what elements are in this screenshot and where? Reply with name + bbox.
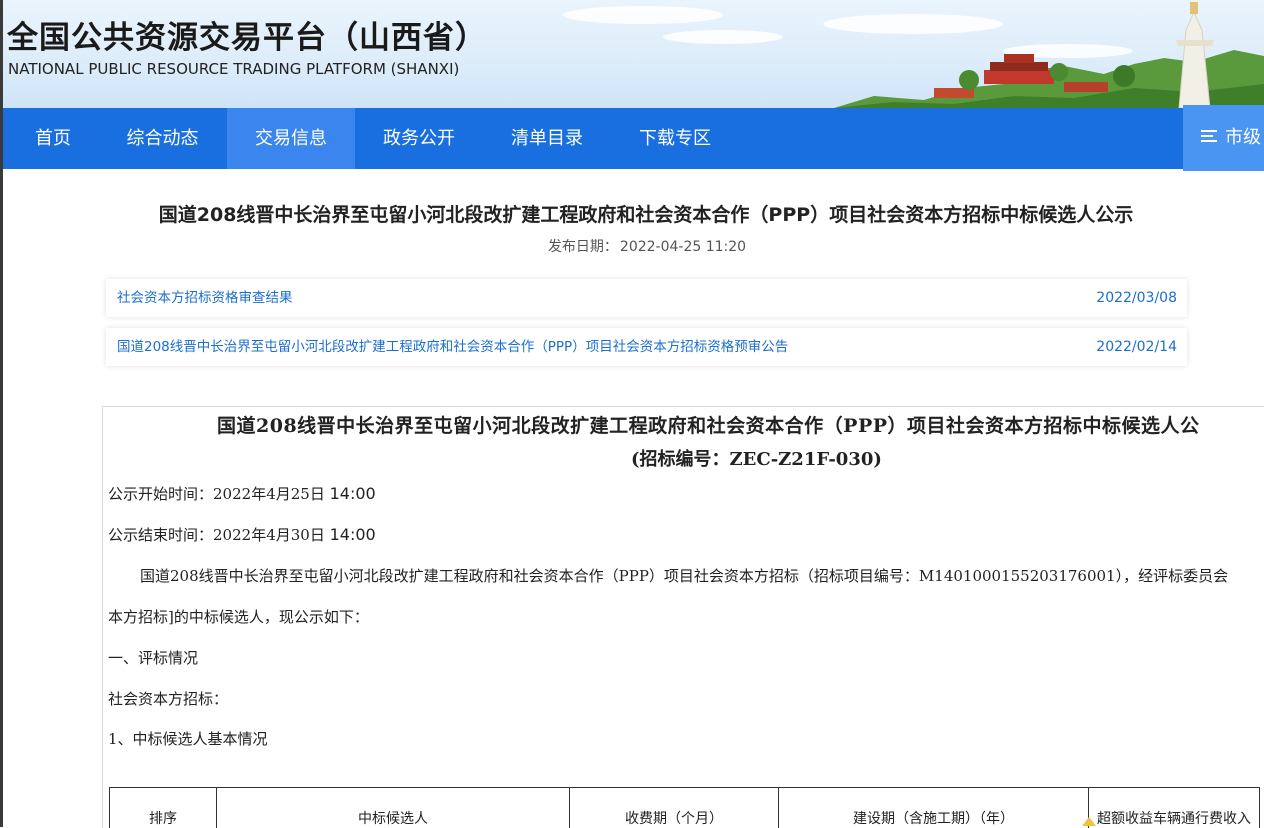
related-notice-row: 国道208线晋中长治界至屯留小河北段改扩建工程政府和社会资本合作（PPP）项目社… <box>106 328 1187 366</box>
site-header: 全国公共资源交易平台（山西省） NATIONAL PUBLIC RESOURCE… <box>3 0 1264 108</box>
intro-paragraph-line1: 国道208线晋中长治界至屯留小河北段改扩建工程政府和社会资本合作（PPP）项目社… <box>140 565 1228 586</box>
nav-item-government-affairs[interactable]: 政务公开 <box>355 108 483 169</box>
document-bid-number: (招标编号：ZEC-Z21F-030) <box>631 445 882 471</box>
site-title: 全国公共资源交易平台（山西省） <box>7 12 487 57</box>
nav-item-home[interactable]: 首页 <box>3 108 103 169</box>
publish-date-label: 发布日期： <box>548 239 618 255</box>
section-subheading: 社会资本方招标： <box>108 688 228 709</box>
article-title: 国道208线晋中长治界至屯留小河北段改扩建工程政府和社会资本合作（PPP）项目社… <box>0 200 1264 227</box>
table-header-cell: 收费期（个月） <box>570 788 779 828</box>
related-notice-date: 2022/02/14 <box>1096 328 1177 366</box>
city-level-menu-button[interactable]: 市级 <box>1183 105 1264 171</box>
nav-item-catalog[interactable]: 清单目录 <box>483 108 611 169</box>
scroll-hint-icon <box>1080 814 1098 827</box>
nav-item-news[interactable]: 综合动态 <box>103 108 222 169</box>
publicity-start-time: 公示开始时间：2022年4月25日 14:00 <box>108 483 376 504</box>
section-heading: 一、评标情况 <box>108 647 198 668</box>
related-notice-link[interactable]: 社会资本方招标资格审查结果 <box>117 279 293 317</box>
document-viewer[interactable]: 国道208线晋中长治界至屯留小河北段改扩建工程政府和社会资本合作（PPP）项目社… <box>102 406 1264 828</box>
site-subtitle: NATIONAL PUBLIC RESOURCE TRADING PLATFOR… <box>8 60 459 78</box>
related-notice-link[interactable]: 国道208线晋中长治界至屯留小河北段改扩建工程政府和社会资本合作（PPP）项目社… <box>117 328 788 366</box>
related-notice-date: 2022/03/08 <box>1096 279 1177 317</box>
city-level-label: 市级 <box>1225 127 1261 148</box>
table-header-cell: 超额收益车辆通行费收入 <box>1089 788 1260 828</box>
publicity-end-time: 公示结束时间：2022年4月30日 14:00 <box>108 524 376 545</box>
menu-icon <box>1201 130 1217 142</box>
table-header-cell: 建设期（含施工期）（年） <box>779 788 1089 828</box>
nav-item-trading-info[interactable]: 交易信息 <box>227 108 355 169</box>
publish-date-value: 2022-04-25 11:20 <box>620 239 746 255</box>
related-notice-row: 社会资本方招标资格审查结果 2022/03/08 <box>106 279 1187 317</box>
table-header-cell: 中标候选人 <box>217 788 570 828</box>
document-title: 国道208线晋中长治界至屯留小河北段改扩建工程政府和社会资本合作（PPP）项目社… <box>217 411 1200 438</box>
nav-item-downloads[interactable]: 下载专区 <box>611 108 739 169</box>
banner-scenery-image <box>834 0 1264 108</box>
publish-date: 发布日期：2022-04-25 11:20 <box>0 236 1264 256</box>
table-header-cell: 排序 <box>110 788 217 828</box>
main-nav: 首页 综合动态 交易信息 政务公开 清单目录 下载专区 <box>3 108 1264 169</box>
intro-paragraph-line2: 本方招标]的中标候选人，现公示如下： <box>108 606 369 627</box>
section-item-heading: 1、中标候选人基本情况 <box>108 728 268 749</box>
